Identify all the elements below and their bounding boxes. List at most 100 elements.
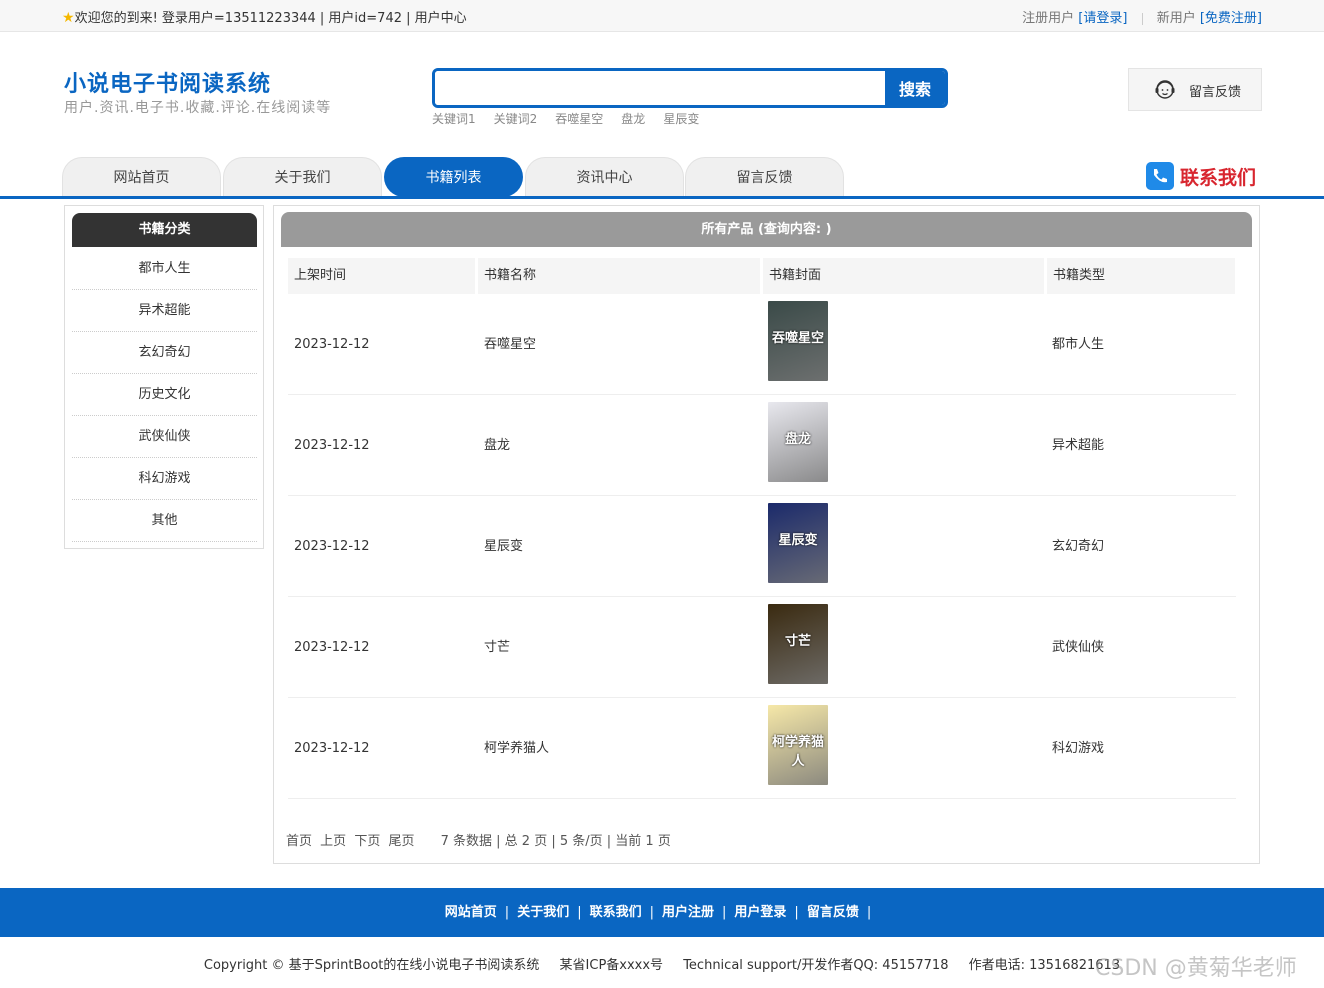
panel-title: 所有产品 (查询内容: ) [281, 212, 1252, 247]
divider [1141, 12, 1143, 25]
book-name[interactable]: 星辰变 [484, 496, 523, 597]
book-date: 2023-12-12 [294, 640, 370, 655]
customer-service-icon [1155, 80, 1175, 99]
book-date: 2023-12-12 [294, 438, 370, 453]
sidebar-category-item[interactable]: 异术超能 [72, 290, 257, 332]
book-date: 2023-12-12 [294, 539, 370, 554]
feedback-label: 留言反馈 [1189, 85, 1242, 100]
pager-first[interactable]: 首页 [286, 834, 312, 849]
book-cover-title: 吞噬星空 [771, 331, 824, 346]
copyright-text: Copyright © 基于SprintBoot的在线小说电子书阅读系统 [203, 958, 540, 973]
account-links: 注册用户 [请登录] 新用户 [免费注册] [1022, 7, 1262, 26]
table-row: 2023-12-12 星辰变 玄幻奇幻 星辰变 [288, 496, 1236, 597]
search-button[interactable]: 搜索 [885, 71, 945, 105]
phone-icon [1146, 162, 1174, 190]
book-date: 2023-12-12 [294, 741, 370, 756]
table-row: 2023-12-12 寸芒 武侠仙侠 寸芒 [288, 597, 1236, 698]
nav-tab[interactable]: 网站首页 [62, 157, 221, 197]
book-cover-image[interactable]: 寸芒 [768, 604, 828, 684]
book-cover-image[interactable]: 盘龙 [768, 402, 828, 482]
footer-separator: | [649, 905, 654, 920]
table-row: 2023-12-12 盘龙 异术超能 盘龙 [288, 395, 1236, 496]
site-subtitle: 用户.资讯.电子书.收藏.评论.在线阅读等 [64, 100, 332, 116]
footer-link[interactable]: 留言反馈 [807, 905, 859, 920]
pager-next[interactable]: 下页 [354, 834, 380, 849]
footer-separator: | [866, 905, 872, 920]
footer-link[interactable]: 用户注册 [662, 905, 714, 920]
sidebar-category-item[interactable]: 其他 [72, 500, 257, 542]
pager-prev[interactable]: 上页 [320, 834, 346, 849]
category-sidebar: 书籍分类 都市人生 异术超能 玄幻奇幻 历史文化 武侠仙侠 科幻游戏 其他 [64, 205, 264, 549]
book-cover-image[interactable]: 吞噬星空 [768, 301, 828, 381]
table-header-cell: 书籍名称 [478, 258, 760, 294]
hot-keywords: 关键词1 关键词2 吞噬星空 盘龙 星辰变 [432, 110, 717, 127]
search-input[interactable] [435, 71, 887, 105]
footer-separator: | [504, 905, 510, 920]
contact-us-label: 联系我们 [1180, 167, 1257, 189]
footer-link[interactable]: 网站首页 [445, 905, 497, 920]
nav-tab[interactable]: 留言反馈 [685, 157, 844, 197]
welcome-area: ★欢迎您的到来! 登录用户=13511223344 | 用户id=742 | 用… [62, 7, 467, 26]
nav-underline [0, 196, 1324, 199]
footer-separator: | [722, 905, 727, 920]
welcome-text: 欢迎您的到来! 登录用户=13511223344 | 用户id=742 | 用户… [74, 11, 467, 26]
footer-link[interactable]: 关于我们 [517, 905, 569, 920]
nav-tab[interactable]: 关于我们 [223, 157, 382, 197]
book-list-panel: 所有产品 (查询内容: ) 上架时间 书籍名称 书籍封面 书籍类型 2023-12-1… [273, 205, 1260, 864]
book-date: 2023-12-12 [294, 337, 370, 352]
site-title: 小说电子书阅读系统 [64, 72, 272, 97]
book-name[interactable]: 寸芒 [484, 597, 510, 698]
book-cover-title: 寸芒 [784, 634, 811, 649]
sidebar-title: 书籍分类 [72, 213, 257, 247]
sidebar-category-item[interactable]: 武侠仙侠 [72, 416, 257, 458]
icp-text: 某省ICP备xxxx号 [559, 958, 664, 973]
search-box: 搜索 [432, 68, 948, 108]
nav-tab[interactable]: 资讯中心 [525, 157, 684, 197]
book-type: 武侠仙侠 [1052, 640, 1105, 655]
table-row: 2023-12-12 吞噬星空 都市人生 吞噬星空 [288, 294, 1236, 395]
table-row: 2023-12-12 柯学养猫人 科幻游戏 柯学养猫人 [288, 698, 1236, 799]
pager-summary: 7 条数据 | 总 2 页 | 5 条/页 | 当前 1 页 [440, 834, 671, 849]
star-icon: ★ [62, 10, 75, 26]
pagination: 首页 上页 下页 尾页 7 条数据 | 总 2 页 | 5 条/页 | 当前 1… [286, 830, 671, 849]
register-user-label: 注册用户 [1022, 11, 1075, 26]
keyword-link[interactable]: 盘龙 [621, 112, 645, 126]
watermark: CSDN @黄菊华老师 [1095, 956, 1297, 981]
book-cover-image[interactable]: 柯学养猫人 [768, 705, 828, 785]
footer-separator: | [577, 905, 582, 920]
free-register-link[interactable]: [免费注册] [1200, 11, 1262, 26]
table-header-cell: 书籍封面 [763, 258, 1044, 294]
table-header-cell: 书籍类型 [1047, 258, 1235, 294]
sidebar-category-item[interactable]: 玄幻奇幻 [72, 332, 257, 374]
book-type: 都市人生 [1052, 337, 1105, 352]
pager-last[interactable]: 尾页 [388, 834, 414, 849]
footer-link[interactable]: 联系我们 [590, 905, 642, 920]
feedback-button[interactable]: 留言反馈 [1128, 68, 1262, 111]
book-type: 科幻游戏 [1052, 741, 1105, 756]
book-cover-image[interactable]: 星辰变 [768, 503, 828, 583]
footer-nav: 网站首页 | 关于我们 | 联系我们 | 用户注册 | 用户登录 | 留言反馈 | [0, 888, 1324, 937]
keyword-link[interactable]: 关键词1 [432, 112, 476, 126]
book-type: 异术超能 [1052, 438, 1105, 453]
keyword-link[interactable]: 关键词2 [494, 112, 538, 126]
keyword-link[interactable]: 星辰变 [663, 112, 699, 126]
support-text: Technical support/开发作者QQ: 45157718 [683, 958, 949, 973]
book-name[interactable]: 盘龙 [484, 395, 510, 496]
footer-separator: | [794, 905, 799, 920]
book-type: 玄幻奇幻 [1052, 539, 1105, 554]
book-name[interactable]: 吞噬星空 [484, 294, 536, 395]
book-cover-title: 盘龙 [784, 432, 811, 447]
top-bar: ★欢迎您的到来! 登录用户=13511223344 | 用户id=742 | 用… [0, 0, 1324, 32]
book-name[interactable]: 柯学养猫人 [484, 698, 549, 799]
new-user-label: 新用户 [1156, 11, 1196, 26]
footer-link[interactable]: 用户登录 [734, 905, 786, 920]
login-link[interactable]: [请登录] [1078, 11, 1127, 26]
book-cover-title: 柯学养猫人 [771, 735, 824, 769]
nav-tab[interactable]: 书籍列表 [384, 157, 523, 197]
table-header-cell: 上架时间 [288, 258, 475, 294]
book-cover-title: 星辰变 [778, 533, 818, 548]
sidebar-category-item[interactable]: 科幻游戏 [72, 458, 257, 500]
sidebar-category-item[interactable]: 历史文化 [72, 374, 257, 416]
sidebar-category-item[interactable]: 都市人生 [72, 248, 257, 290]
keyword-link[interactable]: 吞噬星空 [555, 112, 603, 126]
